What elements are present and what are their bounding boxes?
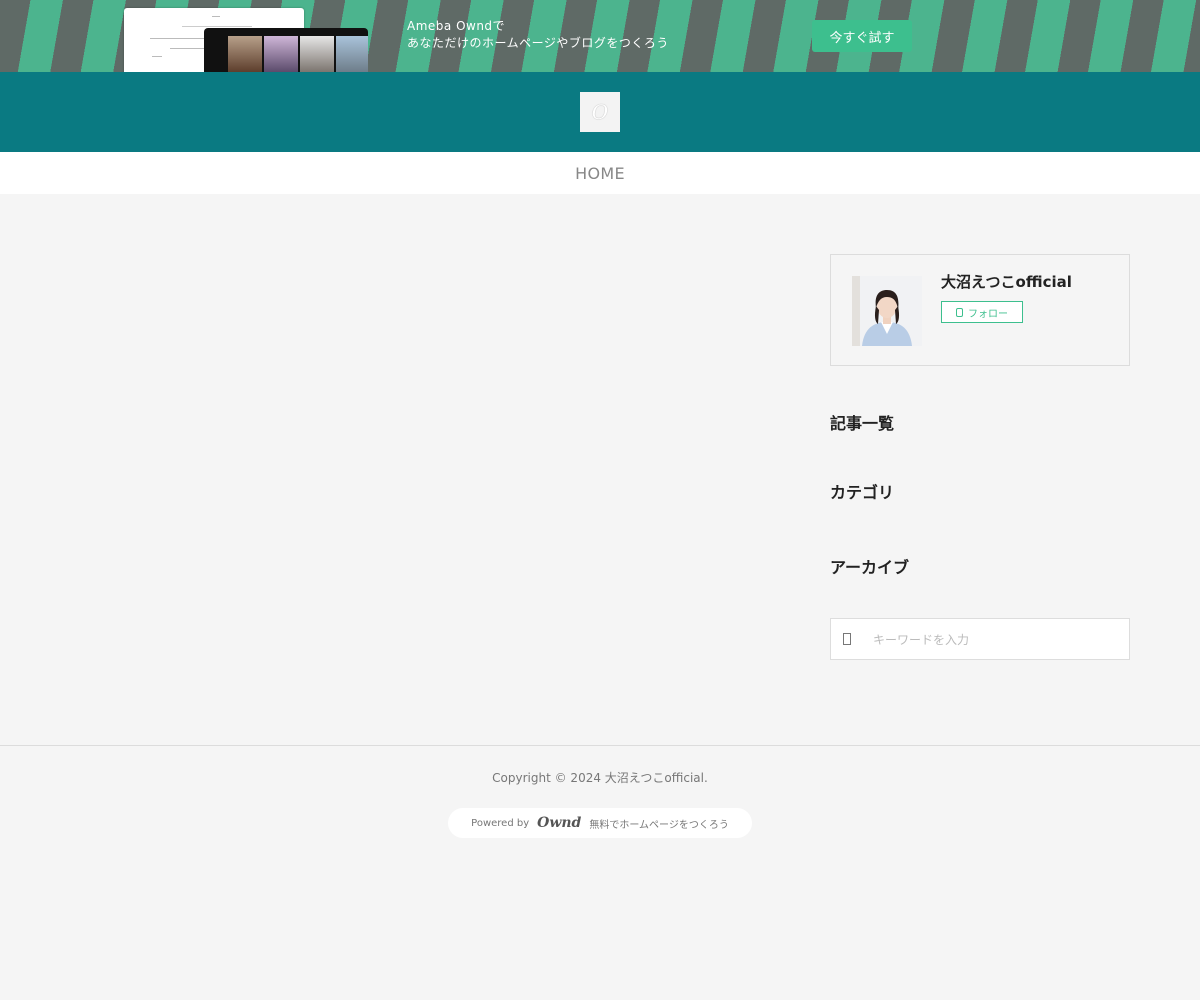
promo-banner[interactable]: Ameba Owndで あなただけのホームページやブログをつくろう 今すぐ試す	[0, 0, 1200, 72]
category-heading: カテゴリ	[830, 483, 895, 502]
try-now-button[interactable]: 今すぐ試す	[812, 20, 912, 52]
site-header: O	[0, 72, 1200, 152]
powered-by-badge[interactable]: Powered by Ownd 無料でホームページをつくろう	[448, 808, 752, 838]
search-icon[interactable]	[843, 633, 851, 645]
powered-by-label: Powered by	[471, 817, 530, 829]
profile-card: 大沼えつこofficial フォロー	[830, 254, 1130, 366]
follow-button[interactable]: フォロー	[941, 301, 1023, 323]
articles-heading: 記事一覧	[830, 414, 895, 433]
ownd-logo: Ownd	[537, 815, 582, 831]
follow-label: フォロー	[968, 308, 1008, 320]
follow-icon	[956, 307, 963, 317]
search-box	[830, 618, 1130, 661]
promo-mockup-tablet	[204, 28, 368, 72]
footer-divider	[0, 745, 1200, 746]
global-nav: HOME	[0, 152, 1200, 194]
promo-text: Ameba Owndで あなただけのホームページやブログをつくろう	[407, 18, 669, 52]
copyright-text: Copyright © 2024 大沼えつこofficial.	[492, 771, 708, 785]
promo-line-1: Ameba Owndで	[407, 19, 506, 33]
avatar[interactable]	[852, 276, 922, 346]
promo-line-2: あなただけのホームページやブログをつくろう	[407, 36, 669, 50]
site-logo[interactable]: O	[580, 92, 620, 132]
archive-heading: アーカイブ	[830, 558, 910, 577]
powered-tagline: 無料でホームページをつくろう	[589, 819, 729, 831]
profile-name[interactable]: 大沼えつこofficial	[941, 271, 1072, 292]
nav-home-link[interactable]: HOME	[575, 164, 625, 183]
search-input[interactable]	[871, 619, 1125, 661]
